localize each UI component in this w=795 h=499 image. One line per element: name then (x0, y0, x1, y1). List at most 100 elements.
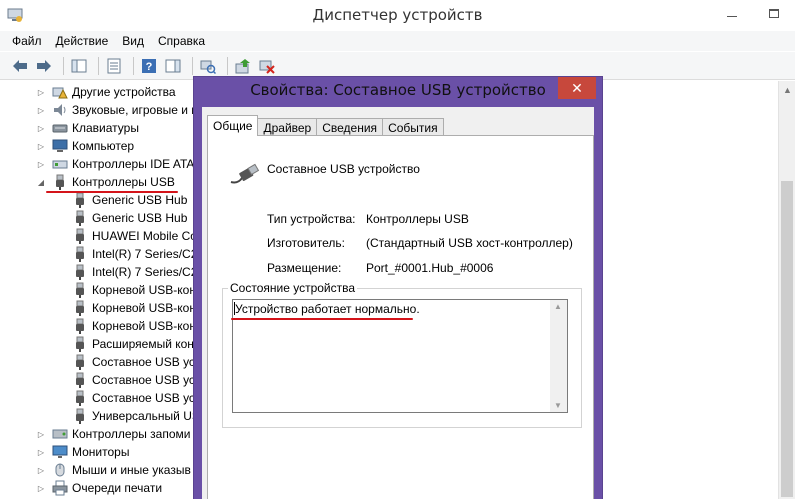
uninstall-device-icon (259, 60, 275, 74)
tree-device[interactable]: Intel(R) 7 Series/C21 (72, 245, 204, 263)
dialog-body: Общие Драйвер Сведения События Составное… (202, 107, 594, 499)
collapsed-arrow-icon[interactable]: ▷ (36, 465, 46, 475)
action-pane-button[interactable] (163, 56, 183, 76)
tree-item-label: Мониторы (72, 445, 130, 459)
tree-scrollbar[interactable]: ▲ (778, 81, 795, 499)
tab-details[interactable]: Сведения (316, 118, 384, 136)
collapsed-arrow-icon[interactable]: ▷ (36, 87, 46, 97)
status-scrollbar[interactable]: ▲ ▼ (550, 300, 567, 412)
tree-item-label: Очереди печати (72, 481, 163, 495)
menu-help[interactable]: Справка (158, 34, 205, 48)
usb-plug-icon (72, 336, 88, 352)
tree-item-label: Корневой USB-кон (92, 283, 196, 297)
maximize-button[interactable] (753, 0, 795, 26)
device-name: Составное USB устройство (267, 162, 420, 176)
tree-item-label: Generic USB Hub (92, 193, 188, 207)
tree-device[interactable]: Составное USB уст (72, 353, 200, 371)
menu-file[interactable]: Файл (12, 34, 42, 48)
console-tree-button[interactable] (69, 56, 89, 76)
tree-device[interactable]: Составное USB уст (72, 389, 200, 407)
tab-general[interactable]: Общие (207, 115, 259, 136)
scan-hardware-button[interactable] (198, 56, 218, 76)
usb-plug-icon (72, 282, 88, 298)
properties-button[interactable] (104, 56, 124, 76)
scroll-up-icon[interactable]: ▲ (783, 85, 792, 95)
collapsed-arrow-icon[interactable]: ▷ (36, 447, 46, 457)
tree-device[interactable]: Универсальный US (72, 407, 200, 425)
tree-device[interactable]: HUAWEI Mobile Co (72, 227, 197, 245)
menu-bar: Файл Действие Вид Справка (0, 31, 795, 51)
menu-action[interactable]: Действие (56, 34, 109, 48)
tab-strip: Общие Драйвер Сведения События (207, 115, 444, 136)
minimize-button[interactable] (711, 0, 753, 26)
scan-hardware-icon (200, 60, 216, 74)
tab-driver[interactable]: Драйвер (257, 118, 318, 136)
tree-category[interactable]: ▷ Клавиатуры (36, 119, 139, 137)
tab-events[interactable]: События (382, 118, 444, 136)
collapsed-arrow-icon[interactable]: ▷ (36, 483, 46, 493)
update-driver-icon (235, 58, 250, 73)
tree-device[interactable]: Generic USB Hub (72, 209, 187, 227)
close-icon: ✕ (571, 79, 583, 96)
collapsed-arrow-icon[interactable]: ▷ (36, 429, 46, 439)
tree-device[interactable]: Корневой USB-кон (72, 317, 196, 335)
tree-category[interactable]: ▷ Мониторы (36, 443, 130, 461)
device-status-group: Состояние устройства Устройство работает… (222, 281, 582, 428)
usb-plug-icon (72, 354, 88, 370)
tree-category[interactable]: ▷ Мыши и иные указыв (36, 461, 191, 479)
toolbar-separator (98, 56, 99, 75)
tree-item-label: Универсальный US (92, 409, 200, 423)
usb-plug-icon (72, 372, 88, 388)
tree-category[interactable]: ▷ Очереди печати (36, 479, 162, 497)
tree-item-label: Мыши и иные указыв (72, 463, 191, 477)
general-tab-panel: Составное USB устройство Тип устройства:… (207, 135, 594, 499)
usb-plug-icon (72, 210, 88, 226)
scroll-down-icon[interactable]: ▼ (554, 401, 562, 410)
dialog-close-button[interactable]: ✕ (558, 77, 596, 99)
back-button[interactable] (10, 56, 30, 76)
properties-icon (107, 58, 121, 73)
tree-category[interactable]: ▷ Другие устройства (36, 83, 176, 101)
manufacturer-label: Изготовитель: (267, 236, 345, 250)
annotation-underline-usb-controllers (46, 191, 178, 193)
usb-plug-icon (72, 228, 88, 244)
tree-category[interactable]: ▷ Контроллеры запоми (36, 425, 191, 443)
tree-device[interactable]: Корневой USB-кон (72, 281, 196, 299)
window-title: Диспетчер устройств (312, 6, 483, 24)
tree-device[interactable]: Generic USB Hub (72, 191, 187, 209)
window-controls (711, 0, 795, 28)
uninstall-device-button[interactable] (257, 56, 277, 76)
device-type-label: Тип устройства: (267, 212, 356, 226)
collapsed-arrow-icon[interactable]: ▷ (36, 123, 46, 133)
toolbar-separator (133, 56, 134, 75)
scroll-thumb[interactable] (781, 181, 793, 497)
help-button[interactable]: ? (139, 56, 159, 76)
tree-item-label: Клавиатуры (72, 121, 139, 135)
tree-item-label: Корневой USB-кон (92, 301, 196, 315)
tree-item-label: Компьютер (72, 139, 135, 153)
tree-device[interactable]: Расширяемый конт (72, 335, 199, 353)
tree-item-label: Контроллеры USB (72, 175, 175, 189)
update-driver-button[interactable] (233, 56, 253, 76)
collapsed-arrow-icon[interactable]: ▷ (36, 141, 46, 151)
menu-view[interactable]: Вид (122, 34, 144, 48)
tree-item-label: Intel(R) 7 Series/C21 (92, 247, 205, 261)
tree-device[interactable]: Составное USB уст (72, 371, 200, 389)
usb-plug-icon (72, 264, 88, 280)
tree-category[interactable]: ◢ Контроллеры USB (36, 173, 175, 191)
scroll-up-icon[interactable]: ▲ (554, 302, 562, 311)
collapsed-arrow-icon[interactable]: ▷ (36, 105, 46, 115)
tree-category[interactable]: ▷ Контроллеры IDE ATA (36, 155, 195, 173)
tree-category[interactable]: ▷ Звуковые, игровые и в (36, 101, 198, 119)
tree-item-label: Intel(R) 7 Series/C21 (92, 265, 205, 279)
collapsed-arrow-icon[interactable]: ▷ (36, 159, 46, 169)
tree-device[interactable]: Intel(R) 7 Series/C21 (72, 263, 204, 281)
tree-item-label: Контроллеры запоми (72, 427, 191, 441)
device-status-textbox[interactable]: Устройство работает нормально. ▲ ▼ (232, 299, 568, 413)
expanded-arrow-icon[interactable]: ◢ (36, 177, 46, 187)
tree-item-label: Составное USB уст (92, 391, 201, 405)
speaker-icon (52, 102, 68, 118)
tree-category[interactable]: ▷ Компьютер (36, 137, 134, 155)
forward-button[interactable] (34, 56, 54, 76)
tree-device[interactable]: Корневой USB-кон (72, 299, 196, 317)
